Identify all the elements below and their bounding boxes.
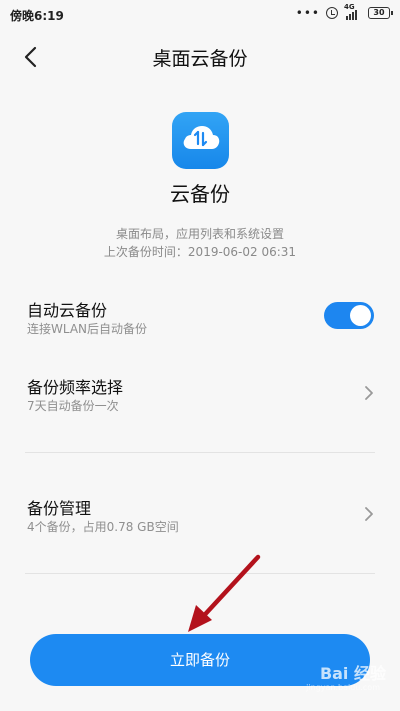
status-icons: ••• 4G 30 [295,3,393,20]
auto-backup-subtitle: 连接WLAN后自动备份 [27,322,148,336]
alarm-icon [326,7,338,19]
cloud-sync-icon [172,112,229,169]
divider [25,452,375,453]
toggle-knob [350,305,371,326]
battery-icon: 30 [368,7,393,19]
backup-frequency-subtitle: 7天自动备份一次 [27,399,119,413]
backup-frequency-row[interactable]: 备份频率选择 7天自动备份一次 [0,371,400,415]
backup-description: 桌面布局，应用列表和系统设置 [115,227,284,241]
watermark-url: jingyan.baidu.com [306,683,380,692]
auto-backup-toggle[interactable] [324,302,374,329]
backup-management-title: 备份管理 [27,499,92,518]
backup-management-subtitle: 4个备份，占用0.78 GB空间 [27,520,179,534]
watermark: Bai 经验 [319,664,386,683]
signal-icon: 4G [344,3,362,20]
status-time: 傍晚6:19 [10,9,64,23]
title-bar: 桌面云备份 [0,30,400,84]
backup-management-row[interactable]: 备份管理 4个备份，占用0.78 GB空间 [0,492,400,536]
status-bar: 傍晚6:19 ••• 4G 30 [0,0,400,28]
last-backup-time: 上次备份时间：2019-06-02 06:31 [103,245,297,259]
auto-backup-title: 自动云备份 [27,301,108,320]
page-title: 桌面云备份 [152,48,248,70]
notification-dots: ••• [295,6,320,20]
chevron-right-icon [364,385,374,401]
app-name: 云备份 [170,182,230,206]
backup-frequency-title: 备份频率选择 [27,378,124,397]
divider [25,573,375,574]
annotation-arrow-icon [188,554,261,632]
chevron-right-icon [364,506,374,522]
auto-backup-row[interactable]: 自动云备份 连接WLAN后自动备份 [0,294,400,338]
